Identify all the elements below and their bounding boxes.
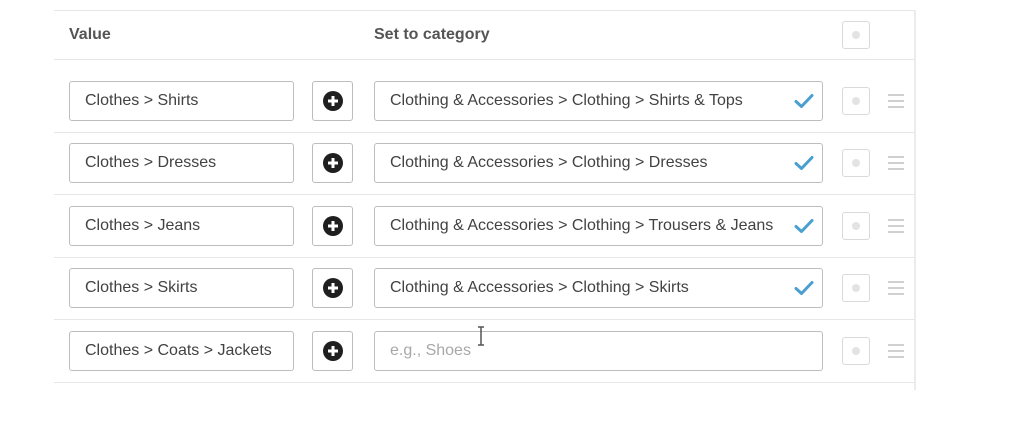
checkbox-dot-icon xyxy=(852,97,860,105)
table-header: Value Set to category xyxy=(54,10,914,60)
drag-handle-icon[interactable] xyxy=(888,281,904,295)
checkmark-icon xyxy=(794,94,814,108)
table-row: Clothes > Shirts Clothing & Accessories … xyxy=(54,70,914,133)
value-input[interactable]: Clothes > Dresses xyxy=(69,143,294,183)
plus-circle-icon xyxy=(323,153,343,173)
value-input[interactable]: Clothes > Coats > Jackets xyxy=(69,331,294,371)
plus-circle-icon xyxy=(323,278,343,298)
add-mapping-button[interactable] xyxy=(312,331,353,371)
table-row: Clothes > Dresses Clothing & Accessories… xyxy=(54,132,914,195)
value-input[interactable]: Clothes > Skirts xyxy=(69,268,294,308)
value-input[interactable]: Clothes > Jeans xyxy=(69,206,294,246)
plus-circle-icon xyxy=(323,91,343,111)
category-input[interactable]: Clothing & Accessories > Clothing > Shir… xyxy=(374,81,823,121)
category-column-header: Set to category xyxy=(374,26,490,43)
checkbox-dot-icon xyxy=(852,31,860,39)
table-row: Clothes > Jeans Clothing & Accessories >… xyxy=(54,195,914,258)
add-mapping-button[interactable] xyxy=(312,206,353,246)
checkbox-dot-icon xyxy=(852,222,860,230)
plus-circle-icon xyxy=(323,341,343,361)
checkmark-icon xyxy=(794,219,814,233)
add-mapping-button[interactable] xyxy=(312,268,353,308)
drag-handle-icon[interactable] xyxy=(888,94,904,108)
add-mapping-button[interactable] xyxy=(312,143,353,183)
table-row: Clothes > Skirts Clothing & Accessories … xyxy=(54,257,914,320)
category-input[interactable]: Clothing & Accessories > Clothing > Trou… xyxy=(374,206,823,246)
checkmark-icon xyxy=(794,281,814,295)
category-input[interactable]: e.g., Shoes xyxy=(374,331,823,371)
value-input[interactable]: Clothes > Shirts xyxy=(69,81,294,121)
add-mapping-button[interactable] xyxy=(312,81,353,121)
text-cursor-icon xyxy=(478,326,484,346)
row-checkbox[interactable] xyxy=(842,87,870,115)
row-checkbox[interactable] xyxy=(842,212,870,240)
drag-handle-icon[interactable] xyxy=(888,219,904,233)
row-checkbox[interactable] xyxy=(842,149,870,177)
drag-handle-icon[interactable] xyxy=(888,156,904,170)
drag-handle-icon[interactable] xyxy=(888,344,904,358)
checkbox-dot-icon xyxy=(852,347,860,355)
row-checkbox[interactable] xyxy=(842,337,870,365)
value-column-header: Value xyxy=(69,26,111,43)
checkbox-dot-icon xyxy=(852,284,860,292)
row-checkbox[interactable] xyxy=(842,274,870,302)
checkbox-dot-icon xyxy=(852,159,860,167)
select-all-checkbox[interactable] xyxy=(842,21,870,49)
plus-circle-icon xyxy=(323,216,343,236)
checkmark-icon xyxy=(794,156,814,170)
category-input[interactable]: Clothing & Accessories > Clothing > Dres… xyxy=(374,143,823,183)
category-input[interactable]: Clothing & Accessories > Clothing > Skir… xyxy=(374,268,823,308)
